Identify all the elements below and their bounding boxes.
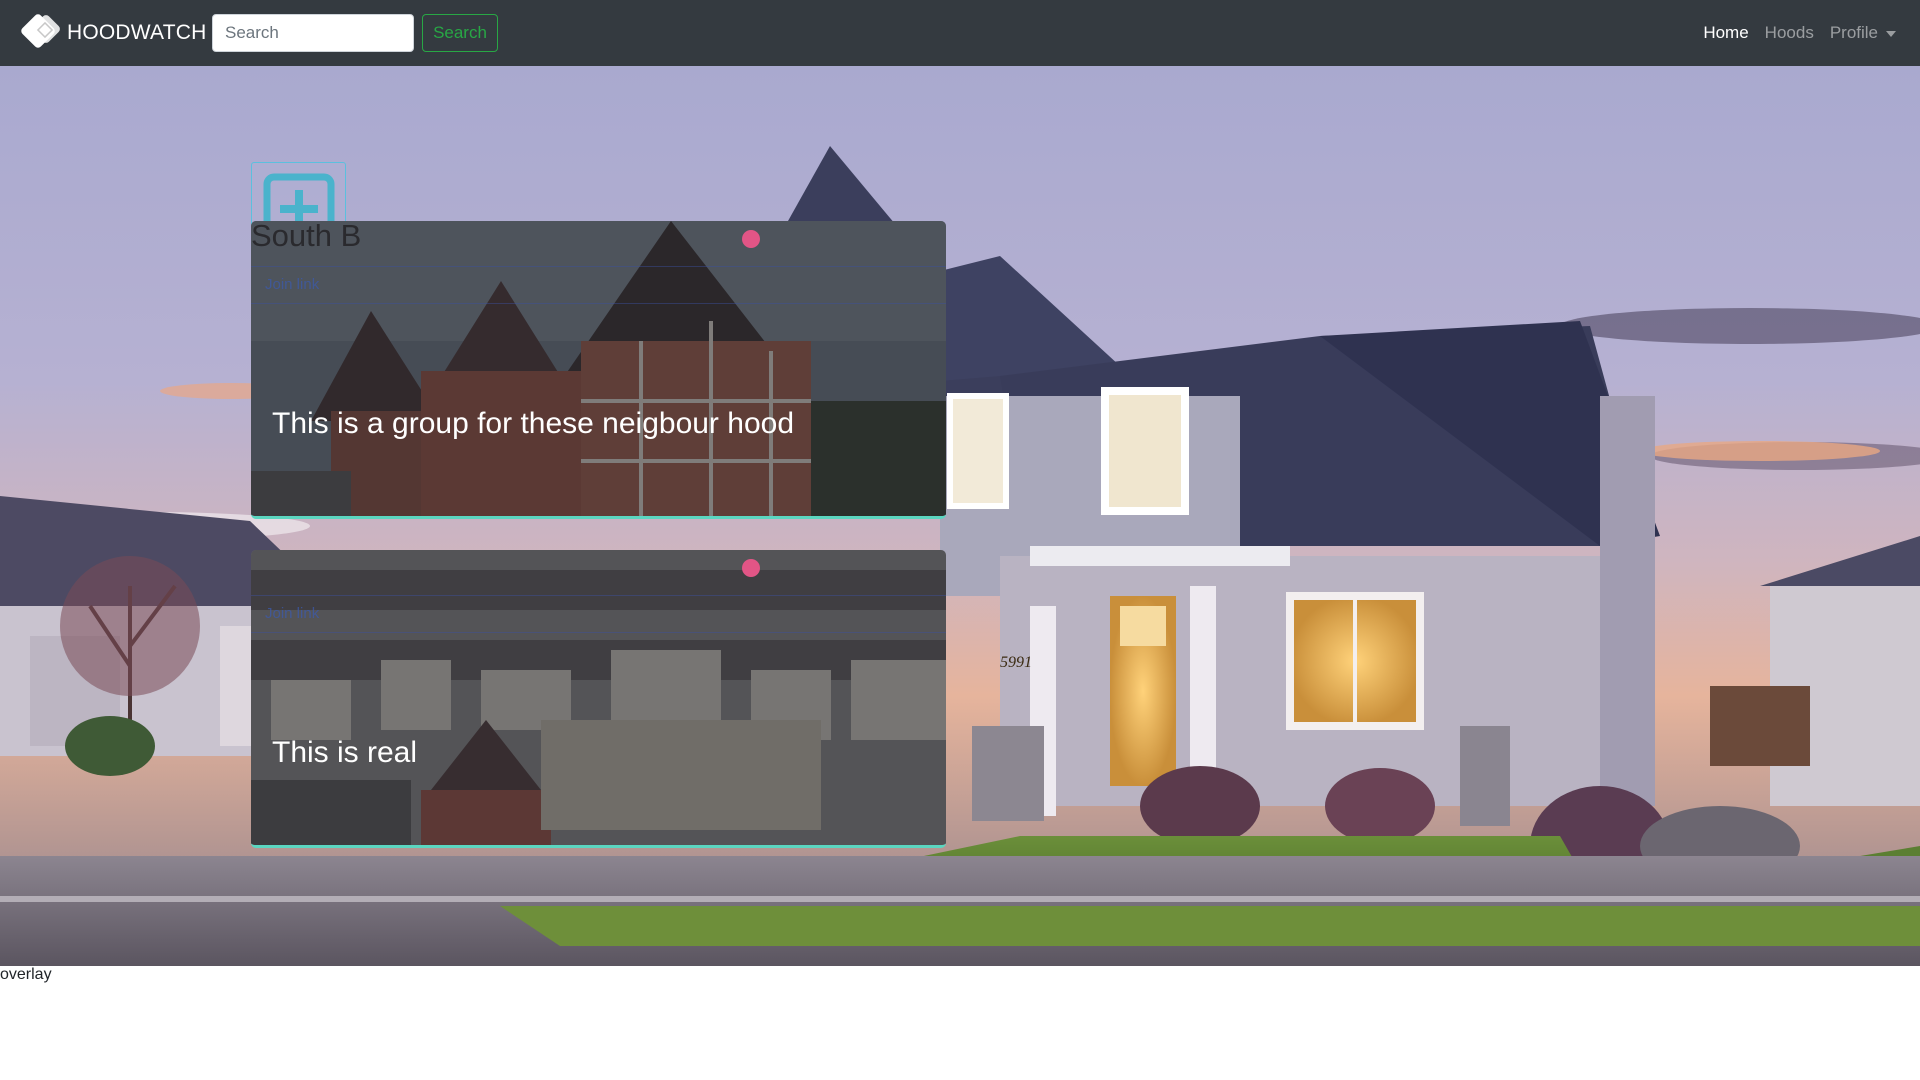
hood-card-description: This is real [272, 736, 418, 769]
nav-link-profile-label: Profile [1829, 23, 1878, 42]
nav-link-profile-dropdown[interactable]: Profile [1830, 23, 1896, 43]
hood-card[interactable]: Join link This is real [251, 550, 946, 848]
search-input[interactable] [212, 14, 414, 52]
status-dot-icon [742, 230, 760, 248]
hood-card-description: This is a group for these neigbour hood [272, 407, 794, 440]
join-link[interactable]: Join link [265, 605, 319, 622]
hood-card[interactable]: South B Join link This is a group for th… [251, 221, 946, 519]
hood-card-title: South B [251, 221, 362, 253]
nav-links: Home Hoods Profile [1687, 0, 1896, 66]
search-button[interactable]: Search [422, 14, 498, 52]
brand-name: HOODWATCH [67, 21, 207, 44]
brand-home-link[interactable]: HOODWATCH [15, 13, 206, 53]
chevron-down-icon [1886, 31, 1896, 37]
join-link[interactable]: Join link [265, 276, 319, 293]
status-dot-icon [742, 559, 760, 577]
hero-background: 5991 South B Join link This is a group f… [0, 66, 1920, 966]
overlay-label: overlay [0, 966, 52, 983]
nav-link-home[interactable]: Home [1703, 23, 1748, 43]
brand-logo-icon [21, 14, 60, 48]
top-navbar: HOODWATCH Search Home Hoods Profile [0, 0, 1920, 66]
nav-link-hoods[interactable]: Hoods [1765, 23, 1814, 43]
house-number-text: 5991 [1000, 654, 1032, 671]
